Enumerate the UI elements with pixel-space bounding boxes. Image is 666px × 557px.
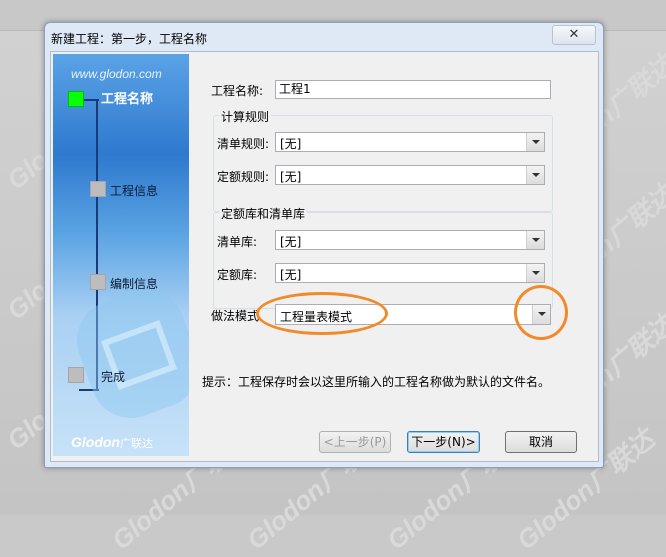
libraries-group: 定额库和清单库 [213, 205, 553, 309]
chevron-down-icon[interactable] [526, 231, 544, 249]
dialog-title: 新建工程：第一步，工程名称 [51, 32, 208, 46]
project-name-input[interactable]: 工程1 [275, 80, 551, 99]
chevron-down-icon[interactable] [526, 133, 544, 151]
calc-rules-group: 计算规则 [213, 108, 553, 212]
quota-library-value: [无] [280, 268, 302, 282]
quota-rule-label: 定额规则: [217, 170, 270, 184]
hint-text: 提示：工程保存时会以这里所输入的工程名称做为默认的文件名。 [202, 375, 551, 389]
annotation-circle [514, 285, 568, 340]
title-bar[interactable]: 新建工程：第一步，工程名称 ✕ [45, 23, 603, 51]
bill-rule-value: [无] [280, 137, 302, 151]
project-name-value: 工程1 [279, 82, 311, 96]
step-indicator-project-name [68, 91, 84, 107]
cancel-button[interactable]: 取消 [505, 431, 577, 453]
bill-rule-label: 清单规则: [217, 137, 270, 151]
quota-rule-select[interactable]: [无] [275, 165, 545, 185]
chevron-down-icon[interactable] [526, 166, 544, 184]
calc-rules-title: 计算规则 [219, 108, 272, 125]
wizard-nav-panel: www.glodon.com 工程名称 工程信息 编制信息 完成 Glodon广… [53, 54, 189, 456]
step-indicator-finish [68, 367, 84, 383]
close-icon: ✕ [568, 27, 580, 42]
glodon-logo: Glodon广联达 [71, 434, 153, 450]
bill-library-value: [无] [280, 235, 302, 249]
dialog-body: www.glodon.com 工程名称 工程信息 编制信息 完成 Glodon广… [50, 51, 599, 462]
new-project-dialog: 新建工程：第一步，工程名称 ✕ www.glodon.com 工程名称 工程信息… [44, 22, 604, 468]
nav-url: www.glodon.com [71, 67, 162, 81]
bill-library-select[interactable]: [无] [275, 230, 545, 250]
quota-library-label: 定额库: [217, 268, 258, 282]
prev-button[interactable]: <上一步(P) [319, 431, 391, 453]
step-label-project-name: 工程名称 [101, 92, 154, 107]
next-button[interactable]: 下一步(N)> [407, 431, 480, 453]
step-label-finish: 完成 [101, 370, 126, 384]
step-label-project-info: 工程信息 [110, 184, 159, 198]
project-name-label: 工程名称: [211, 84, 264, 98]
quota-rule-value: [无] [280, 170, 302, 184]
bill-library-label: 清单库: [217, 235, 258, 249]
quota-library-select[interactable]: [无] [275, 263, 545, 283]
step-indicator-project-info [90, 181, 106, 197]
step-indicator-compile-info [90, 274, 106, 290]
libraries-title: 定额库和清单库 [219, 205, 308, 222]
close-button[interactable]: ✕ [552, 25, 596, 45]
chevron-down-icon[interactable] [526, 264, 544, 282]
bill-rule-select[interactable]: [无] [275, 132, 545, 152]
method-mode-label: 做法模式 [211, 309, 260, 323]
annotation-circle [256, 292, 388, 335]
